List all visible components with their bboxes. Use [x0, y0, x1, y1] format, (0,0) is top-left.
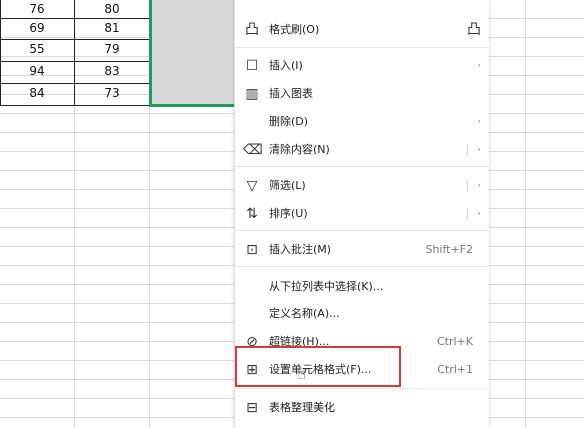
menu-item-clear-content[interactable]: ⌫ 清除内容(N) ›	[235, 137, 489, 163]
menu-divider	[235, 47, 489, 48]
cell-a4[interactable]: 94	[0, 62, 74, 80]
chevron-right-icon: ›	[477, 117, 481, 127]
mouse-cursor-icon: ☝	[297, 365, 307, 383]
insert-icon: ☐	[245, 58, 259, 74]
menu-item-define-name[interactable]: 定义名称(A)...	[235, 301, 489, 327]
eraser-icon: ⌫	[243, 142, 263, 158]
menu-divider	[235, 230, 489, 231]
menu-divider	[235, 166, 489, 167]
cell-a2[interactable]: 69	[0, 19, 74, 37]
menu-item-table-beautify[interactable]: ⊟ 表格整理美化	[235, 395, 489, 421]
menu-item-delete[interactable]: 删除(D) ›	[235, 109, 489, 135]
chevron-right-icon: ›	[477, 209, 481, 219]
cell-border	[0, 0, 1, 106]
cell-b5[interactable]: 73	[75, 84, 149, 102]
cell-border	[74, 0, 75, 106]
format-painter-pin-icon[interactable]: 凸	[467, 20, 481, 40]
cell-a3[interactable]: 55	[0, 40, 74, 58]
filter-icon: ▽	[246, 178, 258, 194]
selection-border	[149, 0, 152, 107]
cell-a1[interactable]: 76	[0, 0, 74, 18]
chevron-right-icon: ›	[477, 181, 481, 191]
menu-divider	[235, 388, 489, 389]
cell-b4[interactable]: 83	[75, 62, 149, 80]
menu-item-format-painter[interactable]: 凸 格式刷(O) 凸	[235, 17, 489, 43]
selection-border	[149, 104, 235, 107]
submenu-separator	[467, 180, 468, 192]
context-menu: 凸 格式刷(O) 凸 ☐ 插入(I) › ▥ 插入图表 删除(D) › ⌫ 清除…	[234, 0, 489, 428]
menu-item-insert-chart[interactable]: ▥ 插入图表	[235, 81, 489, 107]
chart-icon: ▥	[245, 86, 259, 102]
cell-a5[interactable]: 84	[0, 84, 74, 102]
menu-divider	[235, 266, 489, 267]
comment-icon: ⊡	[246, 242, 258, 258]
menu-item-insert-comment[interactable]: ⊡ 插入批注(M) Shift+F2	[235, 237, 489, 263]
submenu-separator	[467, 208, 468, 220]
table-beautify-icon: ⊟	[246, 400, 258, 416]
selected-range[interactable]	[151, 0, 234, 107]
menu-item-filter[interactable]: ▽ 筛选(L) ›	[235, 173, 489, 199]
sort-icon: ⇅	[246, 206, 258, 222]
cell-b1[interactable]: 80	[75, 0, 149, 18]
cell-b2[interactable]: 81	[75, 19, 149, 37]
cell-b3[interactable]: 79	[75, 40, 149, 58]
chevron-right-icon: ›	[477, 145, 481, 155]
menu-item-insert[interactable]: ☐ 插入(I) ›	[235, 53, 489, 79]
menu-item-sort[interactable]: ⇅ 排序(U) ›	[235, 201, 489, 227]
chevron-right-icon: ›	[477, 61, 481, 71]
highlight-annotation	[235, 346, 401, 387]
menu-item-pick-from-list[interactable]: 从下拉列表中选择(K)...	[235, 274, 489, 300]
submenu-separator	[467, 144, 468, 156]
format-painter-icon: 凸	[245, 22, 259, 38]
